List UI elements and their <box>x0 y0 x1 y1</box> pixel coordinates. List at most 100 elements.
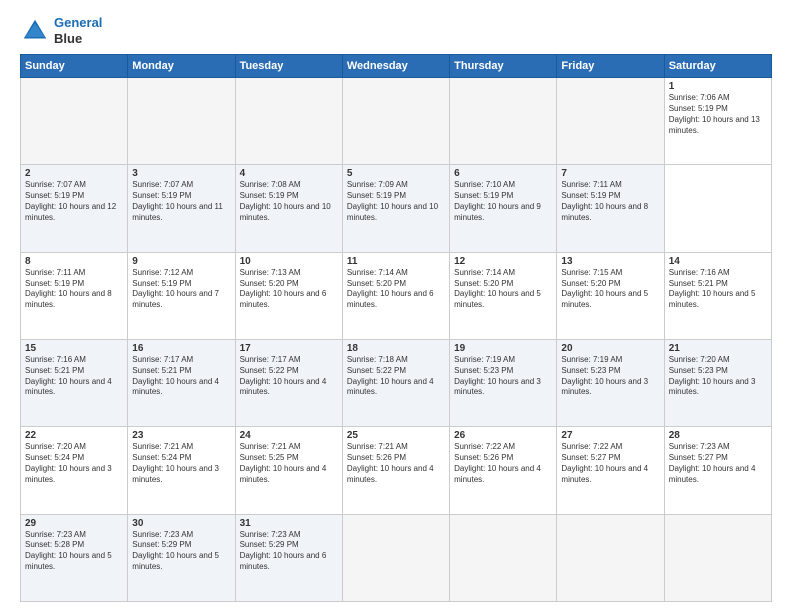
calendar-day-cell: 28Sunrise: 7:23 AM Sunset: 5:27 PM Dayli… <box>664 427 771 514</box>
calendar-header-cell: Saturday <box>664 55 771 78</box>
calendar-day-cell: 5Sunrise: 7:09 AM Sunset: 5:19 PM Daylig… <box>342 165 449 252</box>
day-info: Sunrise: 7:21 AM Sunset: 5:26 PM Dayligh… <box>347 442 445 485</box>
calendar-day-cell: 15Sunrise: 7:16 AM Sunset: 5:21 PM Dayli… <box>21 340 128 427</box>
day-number: 20 <box>561 343 659 354</box>
logo-text: General Blue <box>54 15 102 46</box>
calendar-week-row: 8Sunrise: 7:11 AM Sunset: 5:19 PM Daylig… <box>21 252 772 339</box>
day-number: 11 <box>347 256 445 267</box>
calendar-table: SundayMondayTuesdayWednesdayThursdayFrid… <box>20 54 772 602</box>
day-info: Sunrise: 7:19 AM Sunset: 5:23 PM Dayligh… <box>454 355 552 398</box>
calendar-day-cell: 29Sunrise: 7:23 AM Sunset: 5:28 PM Dayli… <box>21 514 128 601</box>
day-number: 4 <box>240 168 338 179</box>
calendar-day-cell: 18Sunrise: 7:18 AM Sunset: 5:22 PM Dayli… <box>342 340 449 427</box>
calendar-day-cell <box>557 78 664 165</box>
day-number: 28 <box>669 430 767 441</box>
day-number: 13 <box>561 256 659 267</box>
calendar-day-cell: 14Sunrise: 7:16 AM Sunset: 5:21 PM Dayli… <box>664 252 771 339</box>
day-info: Sunrise: 7:12 AM Sunset: 5:19 PM Dayligh… <box>132 268 230 311</box>
day-info: Sunrise: 7:08 AM Sunset: 5:19 PM Dayligh… <box>240 180 338 223</box>
calendar-week-row: 29Sunrise: 7:23 AM Sunset: 5:28 PM Dayli… <box>21 514 772 601</box>
calendar-day-cell: 30Sunrise: 7:23 AM Sunset: 5:29 PM Dayli… <box>128 514 235 601</box>
calendar-day-cell <box>342 514 449 601</box>
day-info: Sunrise: 7:23 AM Sunset: 5:27 PM Dayligh… <box>669 442 767 485</box>
logo: General Blue <box>20 15 102 46</box>
day-number: 12 <box>454 256 552 267</box>
calendar-week-row: 15Sunrise: 7:16 AM Sunset: 5:21 PM Dayli… <box>21 340 772 427</box>
calendar-day-cell: 31Sunrise: 7:23 AM Sunset: 5:29 PM Dayli… <box>235 514 342 601</box>
day-info: Sunrise: 7:15 AM Sunset: 5:20 PM Dayligh… <box>561 268 659 311</box>
calendar-day-cell <box>21 78 128 165</box>
day-number: 2 <box>25 168 123 179</box>
day-number: 8 <box>25 256 123 267</box>
day-number: 29 <box>25 518 123 529</box>
calendar-day-cell <box>664 514 771 601</box>
calendar-day-cell: 22Sunrise: 7:20 AM Sunset: 5:24 PM Dayli… <box>21 427 128 514</box>
calendar-day-cell: 26Sunrise: 7:22 AM Sunset: 5:26 PM Dayli… <box>450 427 557 514</box>
day-info: Sunrise: 7:20 AM Sunset: 5:23 PM Dayligh… <box>669 355 767 398</box>
day-info: Sunrise: 7:14 AM Sunset: 5:20 PM Dayligh… <box>454 268 552 311</box>
calendar-day-cell <box>128 78 235 165</box>
page: General Blue SundayMondayTuesdayWednesda… <box>0 0 792 612</box>
calendar-header-cell: Wednesday <box>342 55 449 78</box>
calendar-body: 1Sunrise: 7:06 AM Sunset: 5:19 PM Daylig… <box>21 78 772 602</box>
day-number: 22 <box>25 430 123 441</box>
calendar-day-cell: 17Sunrise: 7:17 AM Sunset: 5:22 PM Dayli… <box>235 340 342 427</box>
day-info: Sunrise: 7:22 AM Sunset: 5:27 PM Dayligh… <box>561 442 659 485</box>
day-info: Sunrise: 7:18 AM Sunset: 5:22 PM Dayligh… <box>347 355 445 398</box>
day-info: Sunrise: 7:14 AM Sunset: 5:20 PM Dayligh… <box>347 268 445 311</box>
day-info: Sunrise: 7:07 AM Sunset: 5:19 PM Dayligh… <box>132 180 230 223</box>
calendar-day-cell: 9Sunrise: 7:12 AM Sunset: 5:19 PM Daylig… <box>128 252 235 339</box>
calendar-header-cell: Tuesday <box>235 55 342 78</box>
day-info: Sunrise: 7:17 AM Sunset: 5:21 PM Dayligh… <box>132 355 230 398</box>
calendar-day-cell <box>235 78 342 165</box>
day-info: Sunrise: 7:07 AM Sunset: 5:19 PM Dayligh… <box>25 180 123 223</box>
day-info: Sunrise: 7:16 AM Sunset: 5:21 PM Dayligh… <box>25 355 123 398</box>
calendar-header-cell: Friday <box>557 55 664 78</box>
calendar-day-cell: 20Sunrise: 7:19 AM Sunset: 5:23 PM Dayli… <box>557 340 664 427</box>
day-info: Sunrise: 7:06 AM Sunset: 5:19 PM Dayligh… <box>669 93 767 136</box>
calendar-day-cell: 19Sunrise: 7:19 AM Sunset: 5:23 PM Dayli… <box>450 340 557 427</box>
calendar-week-row: 1Sunrise: 7:06 AM Sunset: 5:19 PM Daylig… <box>21 78 772 165</box>
day-number: 5 <box>347 168 445 179</box>
calendar-day-cell: 3Sunrise: 7:07 AM Sunset: 5:19 PM Daylig… <box>128 165 235 252</box>
day-number: 7 <box>561 168 659 179</box>
day-info: Sunrise: 7:11 AM Sunset: 5:19 PM Dayligh… <box>25 268 123 311</box>
calendar-day-cell <box>342 78 449 165</box>
day-info: Sunrise: 7:17 AM Sunset: 5:22 PM Dayligh… <box>240 355 338 398</box>
calendar-day-cell: 25Sunrise: 7:21 AM Sunset: 5:26 PM Dayli… <box>342 427 449 514</box>
day-number: 15 <box>25 343 123 354</box>
day-number: 17 <box>240 343 338 354</box>
day-info: Sunrise: 7:16 AM Sunset: 5:21 PM Dayligh… <box>669 268 767 311</box>
day-info: Sunrise: 7:20 AM Sunset: 5:24 PM Dayligh… <box>25 442 123 485</box>
day-number: 24 <box>240 430 338 441</box>
calendar-header-cell: Sunday <box>21 55 128 78</box>
day-number: 9 <box>132 256 230 267</box>
day-number: 3 <box>132 168 230 179</box>
header: General Blue <box>20 15 772 46</box>
calendar-week-row: 22Sunrise: 7:20 AM Sunset: 5:24 PM Dayli… <box>21 427 772 514</box>
day-info: Sunrise: 7:21 AM Sunset: 5:24 PM Dayligh… <box>132 442 230 485</box>
calendar-day-cell: 12Sunrise: 7:14 AM Sunset: 5:20 PM Dayli… <box>450 252 557 339</box>
day-info: Sunrise: 7:11 AM Sunset: 5:19 PM Dayligh… <box>561 180 659 223</box>
day-info: Sunrise: 7:23 AM Sunset: 5:28 PM Dayligh… <box>25 530 123 573</box>
day-info: Sunrise: 7:13 AM Sunset: 5:20 PM Dayligh… <box>240 268 338 311</box>
calendar-week-row: 2Sunrise: 7:07 AM Sunset: 5:19 PM Daylig… <box>21 165 772 252</box>
calendar-day-cell <box>450 514 557 601</box>
calendar-day-cell: 7Sunrise: 7:11 AM Sunset: 5:19 PM Daylig… <box>557 165 664 252</box>
calendar-day-cell <box>450 78 557 165</box>
day-number: 30 <box>132 518 230 529</box>
day-number: 21 <box>669 343 767 354</box>
calendar-header-row: SundayMondayTuesdayWednesdayThursdayFrid… <box>21 55 772 78</box>
day-number: 1 <box>669 81 767 92</box>
calendar-day-cell: 16Sunrise: 7:17 AM Sunset: 5:21 PM Dayli… <box>128 340 235 427</box>
calendar-header-cell: Thursday <box>450 55 557 78</box>
calendar-day-cell: 10Sunrise: 7:13 AM Sunset: 5:20 PM Dayli… <box>235 252 342 339</box>
day-number: 26 <box>454 430 552 441</box>
day-info: Sunrise: 7:22 AM Sunset: 5:26 PM Dayligh… <box>454 442 552 485</box>
calendar-day-cell: 8Sunrise: 7:11 AM Sunset: 5:19 PM Daylig… <box>21 252 128 339</box>
calendar-day-cell: 23Sunrise: 7:21 AM Sunset: 5:24 PM Dayli… <box>128 427 235 514</box>
calendar-day-cell: 13Sunrise: 7:15 AM Sunset: 5:20 PM Dayli… <box>557 252 664 339</box>
logo-icon <box>20 16 50 46</box>
day-number: 16 <box>132 343 230 354</box>
day-info: Sunrise: 7:09 AM Sunset: 5:19 PM Dayligh… <box>347 180 445 223</box>
